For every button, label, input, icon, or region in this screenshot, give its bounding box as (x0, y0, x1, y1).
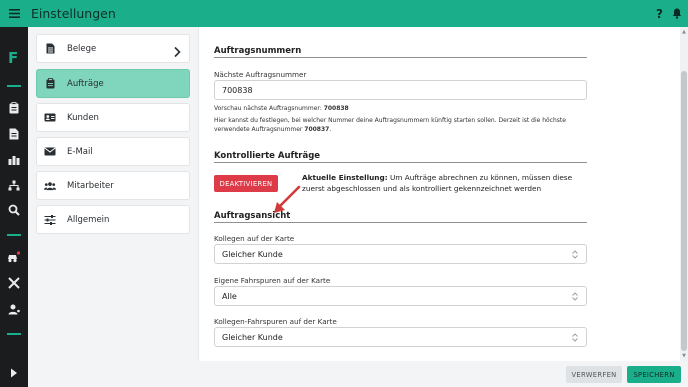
hint-text: Hier kannst du festlegen, bei welcher Nu… (214, 117, 566, 133)
nav-item-label: Kunden (67, 112, 99, 123)
nav-item-auftraege[interactable]: Aufträge (36, 69, 190, 98)
scroll-thumb[interactable] (681, 71, 687, 351)
settings-content: Auftragsnummern Nächste Auftragsnummer 7… (198, 27, 680, 361)
preview-text: Vorschau nächste Auftragsnummer: 700838 (214, 105, 349, 112)
nav-item-kunden[interactable]: Kunden (36, 103, 190, 132)
colleagues-map-select[interactable]: Gleicher Kunde (214, 244, 587, 264)
expand-sidebar-icon[interactable] (7, 366, 21, 380)
vehicle-alert-icon[interactable] (7, 250, 21, 264)
section-title-kontrollierte-auftraege: Kontrollierte Aufträge (214, 151, 321, 161)
colleague-tracks-label: Kollegen-Fahrspuren auf der Karte (214, 317, 337, 326)
nav-item-label: Belege (67, 43, 97, 54)
nav-item-mitarbeiter[interactable]: Mitarbeiter (36, 171, 190, 200)
save-button[interactable]: SPEICHERN (627, 366, 681, 383)
nav-item-label: Allgemein (67, 214, 110, 225)
section-divider (214, 162, 587, 163)
section-title-auftragsnummern: Auftragsnummern (214, 46, 302, 56)
page-title: Einstellungen (31, 6, 116, 21)
bell-icon[interactable] (672, 4, 682, 23)
select-updown-icon (571, 250, 579, 259)
document-icon[interactable] (7, 127, 21, 141)
current-setting-text: Aktuelle Einstellung: Um Aufträge abrech… (302, 173, 573, 193)
nav-item-label: Aufträge (67, 78, 104, 89)
settings-nav: Belege Aufträge Kunden E-Mail Mitarbeite… (28, 27, 198, 387)
nav-item-label: E-Mail (67, 146, 93, 157)
app-logo-icon: F (8, 49, 19, 67)
main-sidebar: F (0, 27, 28, 387)
nav-item-email[interactable]: E-Mail (36, 137, 190, 166)
chevron-right-icon (172, 43, 182, 58)
select-updown-icon (571, 292, 579, 301)
select-value: Gleicher Kunde (222, 249, 283, 259)
colleague-tracks-select[interactable]: Gleicher Kunde (214, 327, 587, 347)
section-title-auftragsansicht: Auftragsansicht (214, 211, 291, 221)
footer-action-bar: VERWERFEN SPEICHERN (198, 361, 688, 387)
clipboard-icon[interactable] (7, 101, 21, 115)
scroll-up-icon[interactable]: ▲ (681, 29, 687, 35)
id-card-icon (44, 112, 56, 124)
section-divider (214, 222, 587, 223)
select-value: Alle (222, 291, 237, 301)
users-icon (44, 180, 56, 192)
tools-icon[interactable] (7, 276, 21, 290)
own-tracks-label: Eigene Fahrspuren auf der Karte (214, 276, 331, 285)
dashboard-icon[interactable] (7, 153, 21, 167)
nav-item-allgemein[interactable]: Allgemein (36, 205, 190, 234)
help-icon[interactable]: ? (656, 7, 663, 21)
hierarchy-icon[interactable] (7, 178, 21, 192)
nav-item-label: Mitarbeiter (67, 180, 114, 191)
top-app-bar: Einstellungen ? (0, 0, 688, 27)
select-value: Gleicher Kunde (222, 332, 283, 342)
content-scrollbar[interactable]: ▲ ▼ (680, 27, 688, 361)
scroll-down-icon[interactable]: ▼ (681, 353, 687, 359)
select-updown-icon (571, 333, 579, 342)
colleagues-map-label: Kollegen auf der Karte (214, 234, 295, 243)
rail-divider (7, 85, 21, 87)
sliders-icon (44, 214, 56, 226)
user-settings-icon[interactable] (7, 302, 21, 316)
rail-divider (7, 333, 21, 335)
nav-item-belege[interactable]: Belege (36, 34, 190, 63)
next-number-input[interactable]: 700838 (214, 80, 587, 100)
next-number-label: Nächste Auftragsnummer (214, 70, 307, 79)
search-icon[interactable] (7, 203, 21, 217)
hamburger-menu-icon[interactable] (0, 0, 28, 27)
rail-divider (7, 234, 21, 236)
discard-button[interactable]: VERWERFEN (566, 366, 622, 383)
document-icon (44, 43, 56, 55)
section-divider (214, 57, 587, 58)
envelope-icon (44, 146, 56, 158)
clipboard-icon (44, 78, 56, 90)
own-tracks-select[interactable]: Alle (214, 286, 587, 306)
